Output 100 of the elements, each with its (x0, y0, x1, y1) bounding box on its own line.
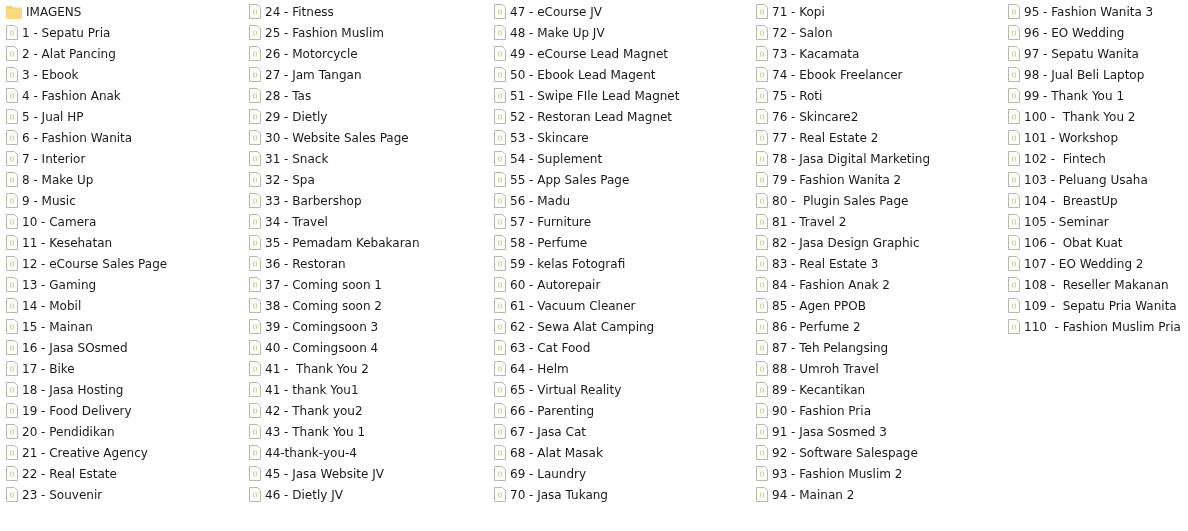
file-name[interactable]: 92 - Software Salespage (772, 444, 918, 461)
file-name[interactable]: 53 - Skincare (510, 129, 589, 146)
file-name[interactable]: 49 - eCourse Lead Magnet (510, 45, 668, 62)
file-name[interactable]: 80 - Plugin Sales Page (772, 192, 909, 209)
file-name[interactable]: 96 - EO Wedding (1024, 24, 1125, 41)
file-name[interactable]: 74 - Ebook Freelancer (772, 66, 903, 83)
file-name[interactable]: 28 - Tas (265, 87, 312, 104)
file-name[interactable]: 21 - Creative Agency (22, 444, 148, 461)
file-name[interactable]: 31 - Snack (265, 150, 329, 167)
file-name[interactable]: 50 - Ebook Lead Magent (510, 66, 656, 83)
file-name[interactable]: 68 - Alat Masak (510, 444, 603, 461)
file-name[interactable]: 63 - Cat Food (510, 339, 591, 356)
file-name[interactable]: 13 - Gaming (22, 276, 97, 293)
file-name[interactable]: 97 - Sepatu Wanita (1024, 45, 1139, 62)
file-name[interactable]: 57 - Furniture (510, 213, 592, 230)
file-name[interactable]: 34 - Travel (265, 213, 328, 230)
file-name[interactable]: 5 - Jual HP (22, 108, 84, 125)
file-name[interactable]: 27 - Jam Tangan (265, 66, 362, 83)
file-name[interactable]: 8 - Make Up (22, 171, 94, 188)
file-name[interactable]: 107 - EO Wedding 2 (1024, 255, 1144, 272)
file-name[interactable]: 104 - BreastUp (1024, 192, 1118, 209)
file-name[interactable]: 44-thank-you-4 (265, 444, 357, 461)
file-name[interactable]: 41 - thank You1 (265, 381, 359, 398)
file-name[interactable]: 9 - Music (22, 192, 76, 209)
file-name[interactable]: 22 - Real Estate (22, 465, 117, 482)
file-name[interactable]: 56 - Madu (510, 192, 571, 209)
file-name[interactable]: 78 - Jasa Digital Marketing (772, 150, 931, 167)
file-name[interactable]: 55 - App Sales Page (510, 171, 630, 188)
file-name[interactable]: 26 - Motorcycle (265, 45, 358, 62)
file-name[interactable]: 2 - Alat Pancing (22, 45, 116, 62)
file-name[interactable]: 102 - Fintech (1024, 150, 1106, 167)
file-name[interactable]: 79 - Fashion Wanita 2 (772, 171, 902, 188)
file-name[interactable]: 69 - Laundry (510, 465, 587, 482)
file-name[interactable]: 58 - Perfume (510, 234, 588, 251)
file-name[interactable]: 100 - Thank You 2 (1024, 108, 1136, 125)
file-name[interactable]: 38 - Coming soon 2 (265, 297, 382, 314)
file-name[interactable]: 98 - Jual Beli Laptop (1024, 66, 1145, 83)
file-name[interactable]: 32 - Spa (265, 171, 315, 188)
file-name[interactable]: 72 - Salon (772, 24, 833, 41)
file-name[interactable]: 18 - Jasa Hosting (22, 381, 124, 398)
file-name[interactable]: 89 - Kecantikan (772, 381, 866, 398)
file-name[interactable]: 29 - Dietly (265, 108, 328, 125)
file-name[interactable]: 73 - Kacamata (772, 45, 860, 62)
file-name[interactable]: 42 - Thank you2 (265, 402, 363, 419)
file-name[interactable]: 4 - Fashion Anak (22, 87, 121, 104)
file-name[interactable]: 46 - Dietly JV (265, 486, 343, 503)
file-name[interactable]: 36 - Restoran (265, 255, 346, 272)
file-name[interactable]: 95 - Fashion Wanita 3 (1024, 3, 1154, 20)
file-name[interactable]: 10 - Camera (22, 213, 97, 230)
file-name[interactable]: 19 - Food Delivery (22, 402, 132, 419)
file-name[interactable]: 60 - Autorepair (510, 276, 601, 293)
file-name[interactable]: 33 - Barbershop (265, 192, 362, 209)
file-name[interactable]: 101 - Workshop (1024, 129, 1119, 146)
file-name[interactable]: 87 - Teh Pelangsing (772, 339, 889, 356)
file-name[interactable]: 17 - Bike (22, 360, 75, 377)
file-name[interactable]: 35 - Pemadam Kebakaran (265, 234, 420, 251)
file-name[interactable]: 82 - Jasa Design Graphic (772, 234, 920, 251)
file-name[interactable]: 84 - Fashion Anak 2 (772, 276, 890, 293)
file-name[interactable]: 54 - Suplement (510, 150, 603, 167)
file-name[interactable]: 23 - Souvenir (22, 486, 103, 503)
file-name[interactable]: 108 - Reseller Makanan (1024, 276, 1169, 293)
file-name[interactable]: 70 - Jasa Tukang (510, 486, 608, 503)
file-name[interactable]: 109 - Sepatu Pria Wanita (1024, 297, 1177, 314)
file-name[interactable]: 61 - Vacuum Cleaner (510, 297, 636, 314)
file-name[interactable]: 103 - Peluang Usaha (1024, 171, 1148, 188)
file-name[interactable]: 105 - Seminar (1024, 213, 1109, 230)
file-name[interactable]: 25 - Fashion Muslim (265, 24, 384, 41)
file-name[interactable]: 37 - Coming soon 1 (265, 276, 382, 293)
file-name[interactable]: 67 - Jasa Cat (510, 423, 586, 440)
file-name[interactable]: 81 - Travel 2 (772, 213, 847, 230)
file-name[interactable]: 11 - Kesehatan (22, 234, 113, 251)
file-name[interactable]: 39 - Comingsoon 3 (265, 318, 379, 335)
file-name[interactable]: 12 - eCourse Sales Page (22, 255, 168, 272)
file-name[interactable]: 64 - Helm (510, 360, 569, 377)
file-name[interactable]: 52 - Restoran Lead Magnet (510, 108, 673, 125)
file-name[interactable]: 20 - Pendidikan (22, 423, 115, 440)
file-name[interactable]: 47 - eCourse JV (510, 3, 603, 20)
file-name[interactable]: 59 - kelas Fotografi (510, 255, 626, 272)
file-name[interactable]: 62 - Sewa Alat Camping (510, 318, 655, 335)
file-name[interactable]: 51 - Swipe FIle Lead Magnet (510, 87, 680, 104)
file-name[interactable]: 71 - Kopi (772, 3, 825, 20)
file-name[interactable]: 45 - Jasa Website JV (265, 465, 384, 482)
file-name[interactable]: 7 - Interior (22, 150, 86, 167)
file-name[interactable]: 65 - Virtual Reality (510, 381, 622, 398)
file-name[interactable]: 76 - Skincare2 (772, 108, 859, 125)
file-name[interactable]: 6 - Fashion Wanita (22, 129, 133, 146)
file-name[interactable]: 15 - Mainan (22, 318, 93, 335)
folder-name[interactable]: IMAGENS (26, 3, 82, 20)
file-name[interactable]: 91 - Jasa Sosmed 3 (772, 423, 887, 440)
file-name[interactable]: 94 - Mainan 2 (772, 486, 855, 503)
file-name[interactable]: 41 - Thank You 2 (265, 360, 369, 377)
file-name[interactable]: 30 - Website Sales Page (265, 129, 409, 146)
file-name[interactable]: 43 - Thank You 1 (265, 423, 366, 440)
file-name[interactable]: 24 - Fitness (265, 3, 334, 20)
file-name[interactable]: 99 - Thank You 1 (1024, 87, 1125, 104)
file-name[interactable]: 48 - Make Up JV (510, 24, 605, 41)
file-name[interactable]: 83 - Real Estate 3 (772, 255, 879, 272)
file-name[interactable]: 75 - Roti (772, 87, 823, 104)
file-name[interactable]: 110 - Fashion Muslim Pria (1024, 318, 1181, 335)
file-name[interactable]: 93 - Fashion Muslim 2 (772, 465, 903, 482)
